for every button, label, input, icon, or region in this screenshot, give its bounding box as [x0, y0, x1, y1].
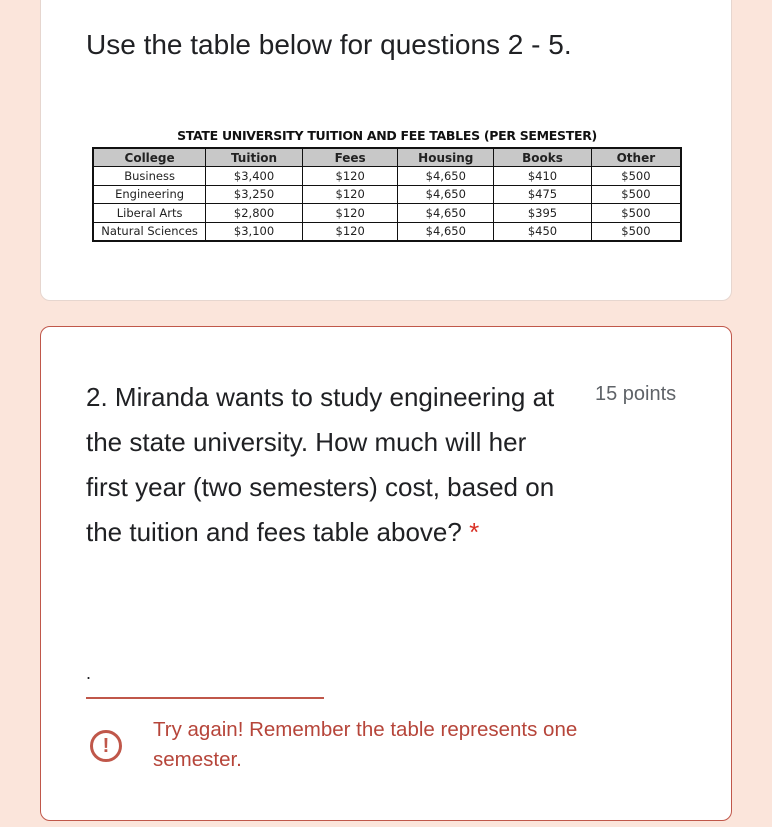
table-cell: $3,100: [205, 221, 303, 241]
column-header: Books: [493, 147, 592, 167]
table-cell: $3,400: [205, 166, 303, 186]
table-cell: $4,650: [397, 184, 495, 204]
column-header: College: [92, 147, 207, 167]
table-cell: $500: [590, 221, 682, 241]
question-title: 2. Miranda wants to study engineering at…: [86, 375, 566, 555]
table-row: Natural Sciences $3,100 $120 $4,650 $450 $500: [92, 221, 682, 241]
table-cell: $4,650: [397, 221, 495, 241]
question-text: 2. Miranda wants to study engineering at…: [86, 382, 555, 547]
table-cell: Liberal Arts: [92, 203, 207, 223]
table-cell: Business: [92, 166, 207, 186]
table-card: Use the table below for questions 2 - 5.…: [40, 0, 732, 301]
points-label: 15 points: [595, 383, 677, 405]
table-cell: $450: [493, 221, 592, 241]
table-cell: $395: [493, 203, 592, 223]
required-mark: *: [469, 517, 480, 547]
table-cell: $4,650: [397, 166, 495, 186]
table-cell: $500: [590, 203, 682, 223]
table-cell: $2,800: [205, 203, 303, 223]
table-cell: Engineering: [92, 184, 207, 204]
table-cell: $120: [301, 166, 399, 186]
table-row: Engineering $3,250 $120 $4,650 $475 $500: [92, 184, 682, 204]
tuition-table: College Tuition Fees Housing Books Other Busi…: [92, 147, 682, 242]
exclamation-circle-icon: !: [90, 730, 122, 762]
column-header: Fees: [301, 147, 399, 167]
question-card: 2. Miranda wants to study engineering at…: [40, 326, 732, 821]
table-cell: $120: [301, 221, 399, 241]
table-cell: $120: [301, 203, 399, 223]
column-header: Tuition: [205, 147, 303, 167]
column-header: Other: [590, 147, 682, 167]
table-cell: $120: [301, 184, 399, 204]
answer-input[interactable]: .: [86, 659, 324, 699]
table-row: Liberal Arts $2,800 $120 $4,650 $395 $500: [92, 203, 682, 223]
error-text: Try again! Remember the table represents…: [153, 718, 578, 771]
table-cell: $475: [493, 184, 592, 204]
table-cell: $4,650: [397, 203, 495, 223]
table-cell: $500: [590, 184, 682, 204]
table-cell: $410: [493, 166, 592, 186]
column-header: Housing: [397, 147, 495, 167]
error-message: ! Try again! Remember the table represen…: [86, 715, 653, 775]
table-cell: $500: [590, 166, 682, 186]
table-row: Business $3,400 $120 $4,650 $410 $500: [92, 166, 682, 186]
table-title: STATE UNIVERSITY TUITION AND FEE TABLES …: [177, 128, 597, 143]
table-header-row: College Tuition Fees Housing Books Other: [92, 147, 682, 167]
table-cell: Natural Sciences: [92, 221, 207, 241]
table-cell: $3,250: [205, 184, 303, 204]
section-description: Use the table below for questions 2 - 5.: [86, 29, 572, 60]
